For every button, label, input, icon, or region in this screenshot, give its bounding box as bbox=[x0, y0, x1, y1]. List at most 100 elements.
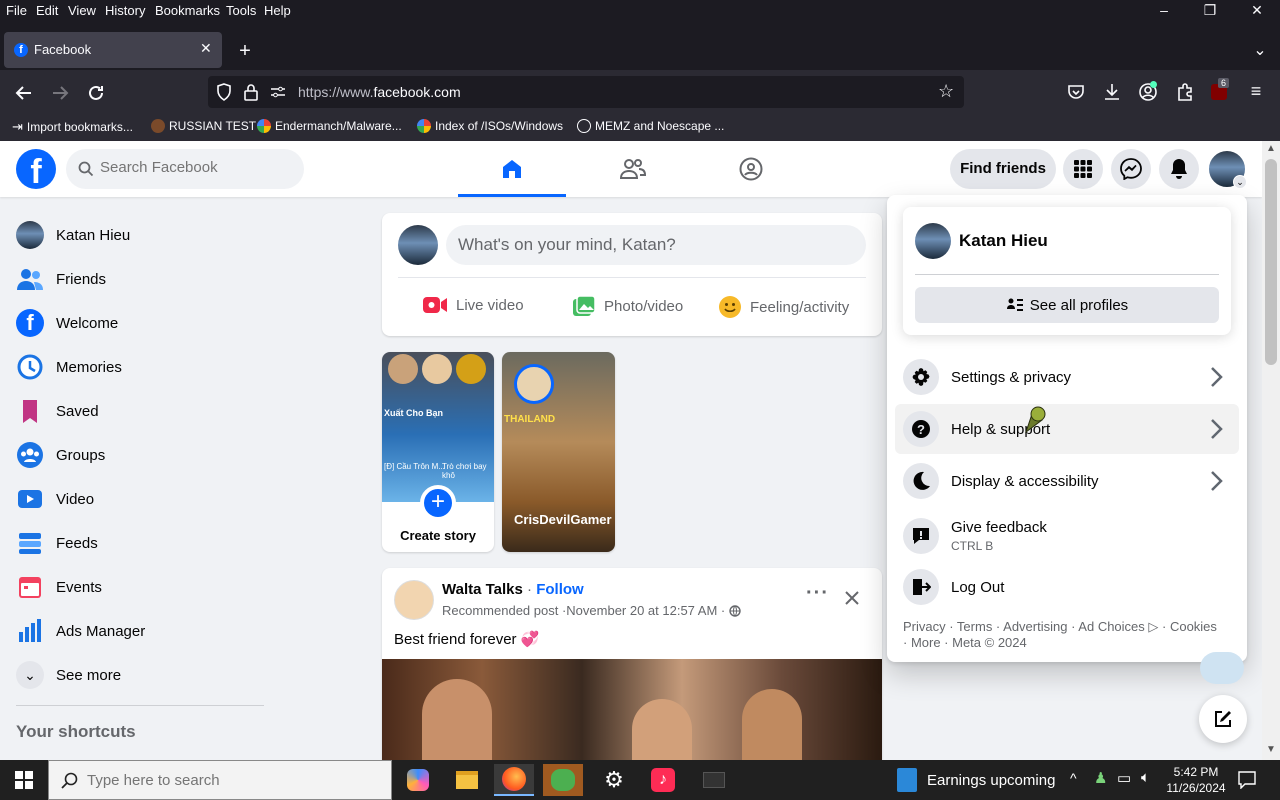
tab-groups[interactable] bbox=[698, 141, 806, 197]
bookmark-memz[interactable]: MEMZ and Noescape ... bbox=[577, 119, 724, 133]
find-friends-button[interactable]: Find friends bbox=[950, 149, 1056, 189]
close-tab-icon[interactable]: ✕ bbox=[200, 40, 212, 57]
reload-icon[interactable] bbox=[86, 83, 106, 103]
settings-privacy-item[interactable]: Settings & privacy bbox=[895, 352, 1239, 402]
shield-icon[interactable] bbox=[216, 83, 232, 101]
file-explorer-app[interactable] bbox=[447, 764, 487, 796]
menu-tools[interactable]: Tools bbox=[226, 3, 256, 18]
taskbar-search-input[interactable] bbox=[87, 772, 377, 789]
menu-bookmarks[interactable]: Bookmarks bbox=[155, 3, 220, 18]
start-button[interactable] bbox=[4, 764, 44, 796]
game-app[interactable] bbox=[543, 764, 583, 796]
give-feedback-item[interactable]: Give feedback CTRL B bbox=[895, 508, 1239, 564]
bookmark-isos[interactable]: Index of /ISOs/Windows bbox=[417, 119, 563, 133]
footer-links[interactable]: Privacy · Terms · Advertising · Ad Choic… bbox=[903, 619, 1217, 651]
sidebar-item-events[interactable]: Events bbox=[8, 565, 278, 609]
new-message-button[interactable] bbox=[1199, 695, 1247, 743]
sidebar-item-welcome[interactable]: f Welcome bbox=[8, 301, 278, 345]
download-icon[interactable] bbox=[1102, 82, 1122, 102]
bookmark-russian-test[interactable]: RUSSIAN TEST bbox=[151, 119, 256, 133]
messenger-button[interactable] bbox=[1111, 149, 1151, 189]
log-out-item[interactable]: Log Out bbox=[895, 562, 1239, 612]
url-bar[interactable]: https://www.facebook.com ☆ bbox=[208, 76, 964, 108]
close-icon[interactable] bbox=[844, 590, 860, 606]
sidebar-item-memories[interactable]: Memories bbox=[8, 345, 278, 389]
sidebar-item-feeds[interactable]: Feeds bbox=[8, 521, 278, 565]
live-video-button[interactable]: Live video bbox=[422, 295, 524, 315]
follow-button[interactable]: Follow bbox=[536, 581, 584, 598]
sidebar-item-video[interactable]: Video bbox=[8, 477, 278, 521]
tiktok-app[interactable]: ♪ bbox=[643, 764, 683, 796]
plus-icon[interactable]: + bbox=[420, 485, 456, 521]
extensions-icon[interactable] bbox=[1175, 82, 1195, 102]
sidebar-item-ads-manager[interactable]: Ads Manager bbox=[8, 609, 278, 653]
more-options-icon[interactable]: ··· bbox=[806, 582, 829, 605]
tab-home[interactable] bbox=[458, 141, 566, 197]
permissions-icon[interactable] bbox=[270, 85, 286, 99]
chat-head-avatar[interactable] bbox=[1200, 652, 1244, 684]
list-tabs-icon[interactable]: ⌄ bbox=[1248, 40, 1272, 60]
tab-friends[interactable] bbox=[578, 141, 686, 197]
see-all-profiles-button[interactable]: See all profiles bbox=[915, 287, 1219, 323]
lock-icon[interactable] bbox=[244, 83, 258, 101]
page-scrollbar[interactable]: ▲ ▼ bbox=[1262, 141, 1280, 760]
clock[interactable]: 5:42 PM 11/26/2024 bbox=[1163, 764, 1229, 796]
post-author[interactable]: Walta Talks bbox=[442, 581, 523, 598]
chevron-down-icon[interactable]: ⌄ bbox=[1233, 175, 1247, 189]
copilot-app[interactable] bbox=[398, 764, 438, 796]
star-bookmark-icon[interactable]: ☆ bbox=[938, 81, 954, 102]
post-image[interactable] bbox=[382, 659, 882, 768]
scroll-down-icon[interactable]: ▼ bbox=[1266, 744, 1276, 755]
settings-app[interactable]: ⚙ bbox=[594, 764, 634, 796]
sidebar-item-friends[interactable]: Friends bbox=[8, 257, 278, 301]
scrollbar-thumb[interactable] bbox=[1265, 159, 1277, 365]
new-tab-icon[interactable]: + bbox=[233, 40, 257, 63]
search-box[interactable] bbox=[66, 149, 304, 189]
close-window-icon[interactable]: ✕ bbox=[1247, 2, 1267, 19]
forward-icon[interactable] bbox=[50, 83, 70, 103]
taskbar-search[interactable] bbox=[48, 760, 392, 800]
menu-help[interactable]: Help bbox=[264, 3, 291, 18]
menu-file[interactable]: File bbox=[6, 3, 27, 18]
sidebar-item-profile[interactable]: Katan Hieu bbox=[8, 213, 278, 257]
feeling-activity-button[interactable]: Feeling/activity bbox=[718, 295, 849, 319]
media-app[interactable] bbox=[694, 764, 734, 796]
back-icon[interactable] bbox=[14, 83, 34, 103]
sidebar-item-groups[interactable]: Groups bbox=[8, 433, 278, 477]
create-story-card[interactable]: Xuất Cho Bạn [Đ] Cầu Trôn M... Trò chơi … bbox=[382, 352, 494, 552]
composer-input[interactable]: What's on your mind, Katan? bbox=[446, 225, 866, 265]
url-text[interactable]: https://www.facebook.com bbox=[298, 84, 461, 100]
avatar[interactable] bbox=[394, 580, 434, 620]
menu-view[interactable]: View bbox=[68, 3, 96, 18]
app-menu-icon[interactable]: ≡ bbox=[1244, 81, 1268, 102]
news-widget[interactable]: Earnings upcoming bbox=[897, 768, 1055, 792]
notifications-button[interactable] bbox=[1159, 149, 1199, 189]
search-input[interactable] bbox=[100, 159, 290, 176]
tray-chevron-up-icon[interactable]: ^ bbox=[1070, 770, 1077, 786]
sidebar-item-saved[interactable]: Saved bbox=[8, 389, 278, 433]
volume-icon[interactable]: 🔈︎ bbox=[1141, 769, 1150, 786]
pocket-icon[interactable] bbox=[1066, 82, 1086, 102]
firefox-app[interactable] bbox=[494, 764, 534, 796]
tab-facebook[interactable]: f Facebook ✕ bbox=[4, 32, 222, 68]
scroll-up-icon[interactable]: ▲ bbox=[1266, 143, 1276, 154]
notification-center-icon[interactable] bbox=[1238, 771, 1256, 789]
post-date[interactable]: November 20 at 12:57 AM bbox=[566, 603, 717, 618]
help-support-item[interactable]: ? Help & support bbox=[895, 404, 1239, 454]
footer-line[interactable]: · More · Meta © 2024 bbox=[903, 635, 1217, 651]
display-accessibility-item[interactable]: Display & accessibility bbox=[895, 456, 1239, 506]
facebook-logo-icon[interactable]: f bbox=[16, 149, 56, 189]
minimize-icon[interactable]: – bbox=[1154, 2, 1174, 18]
footer-line[interactable]: Privacy · Terms · Advertising · Ad Choic… bbox=[903, 619, 1217, 635]
network-icon[interactable]: ▭ bbox=[1117, 769, 1131, 787]
menu-edit[interactable]: Edit bbox=[36, 3, 58, 18]
sidebar-item-see-more[interactable]: ⌄ See more bbox=[8, 653, 278, 697]
story-card[interactable]: THAILAND CrisDevilGamer bbox=[502, 352, 615, 552]
restore-icon[interactable]: ❐ bbox=[1200, 2, 1220, 19]
bookmark-import[interactable]: ⇥ Import bookmarks... bbox=[12, 119, 133, 135]
photo-video-button[interactable]: Photo/video bbox=[572, 295, 683, 317]
menu-history[interactable]: History bbox=[105, 3, 145, 18]
people-icon[interactable]: ♟ bbox=[1094, 769, 1107, 787]
profile-name[interactable]: Katan Hieu bbox=[959, 231, 1048, 251]
menu-button[interactable] bbox=[1063, 149, 1103, 189]
